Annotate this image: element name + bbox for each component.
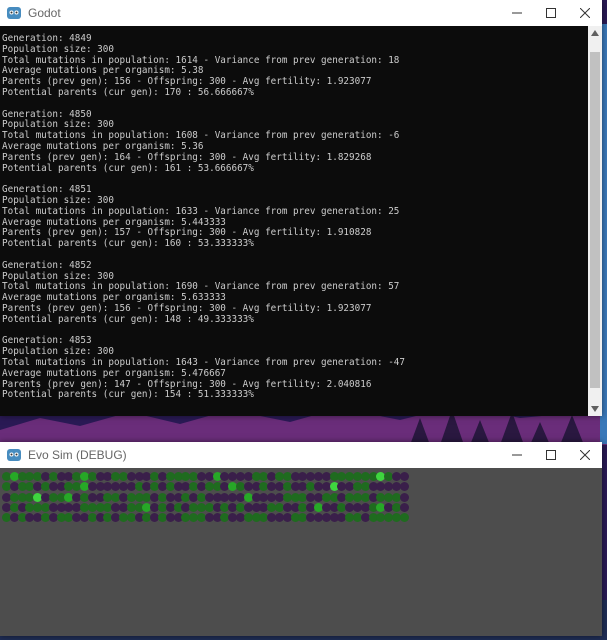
minimize-button[interactable] (500, 442, 534, 468)
console-line: Generation: 4852 (2, 259, 92, 271)
close-icon (580, 8, 590, 18)
maximize-button[interactable] (534, 442, 568, 468)
organism-cell (399, 492, 409, 502)
console-line: Total mutations in population: 1633 - Va… (2, 205, 400, 217)
maximize-icon (546, 8, 556, 18)
scroll-thumb[interactable] (590, 52, 600, 388)
organism-cell (399, 472, 409, 481)
organism-cell (399, 513, 409, 523)
console-line: Potential parents (cur gen): 148 : 49.33… (2, 313, 254, 325)
close-icon (580, 450, 590, 460)
console-line: Population size: 300 (2, 43, 114, 55)
console-titlebar[interactable]: Godot (0, 0, 602, 26)
console-line: Average mutations per organism: 5.476667 (2, 367, 226, 379)
close-button[interactable] (568, 0, 602, 26)
scroll-down-arrow-icon (591, 406, 599, 412)
console-window-title: Godot (28, 6, 61, 20)
maximize-button[interactable] (534, 0, 568, 26)
organism-cell (399, 502, 409, 512)
minimize-button[interactable] (500, 0, 534, 26)
console-line: Potential parents (cur gen): 154 : 51.33… (2, 389, 254, 401)
minimize-icon (512, 12, 522, 14)
console-line: Potential parents (cur gen): 170 : 56.66… (2, 86, 254, 98)
godot-app-icon (7, 7, 21, 19)
console-line: Potential parents (cur gen): 160 : 53.33… (2, 238, 254, 250)
console-scrollbar[interactable] (588, 26, 602, 416)
sim-viewport[interactable] (0, 468, 602, 636)
scroll-up-arrow-icon (591, 30, 599, 36)
maximize-icon (546, 450, 556, 460)
organism-cell (399, 482, 409, 492)
sim-titlebar[interactable]: Evo Sim (DEBUG) (0, 442, 602, 468)
console-line: Parents (prev gen): 164 - Offspring: 300… (2, 151, 372, 163)
console-window[interactable]: Godot Generation: 4849 Population size: 3… (0, 0, 602, 416)
godot-app-icon (7, 449, 21, 461)
sim-window-title: Evo Sim (DEBUG) (28, 448, 127, 462)
console-output[interactable]: Generation: 4849 Population size: 300 Tota… (0, 26, 590, 416)
minimize-icon (512, 454, 522, 456)
scroll-up-button[interactable] (588, 26, 602, 40)
close-button[interactable] (568, 442, 602, 468)
scroll-down-button[interactable] (588, 402, 602, 416)
sim-window[interactable]: Evo Sim (DEBUG) (0, 442, 602, 636)
console-line: Potential parents (cur gen): 161 : 53.66… (2, 162, 254, 174)
